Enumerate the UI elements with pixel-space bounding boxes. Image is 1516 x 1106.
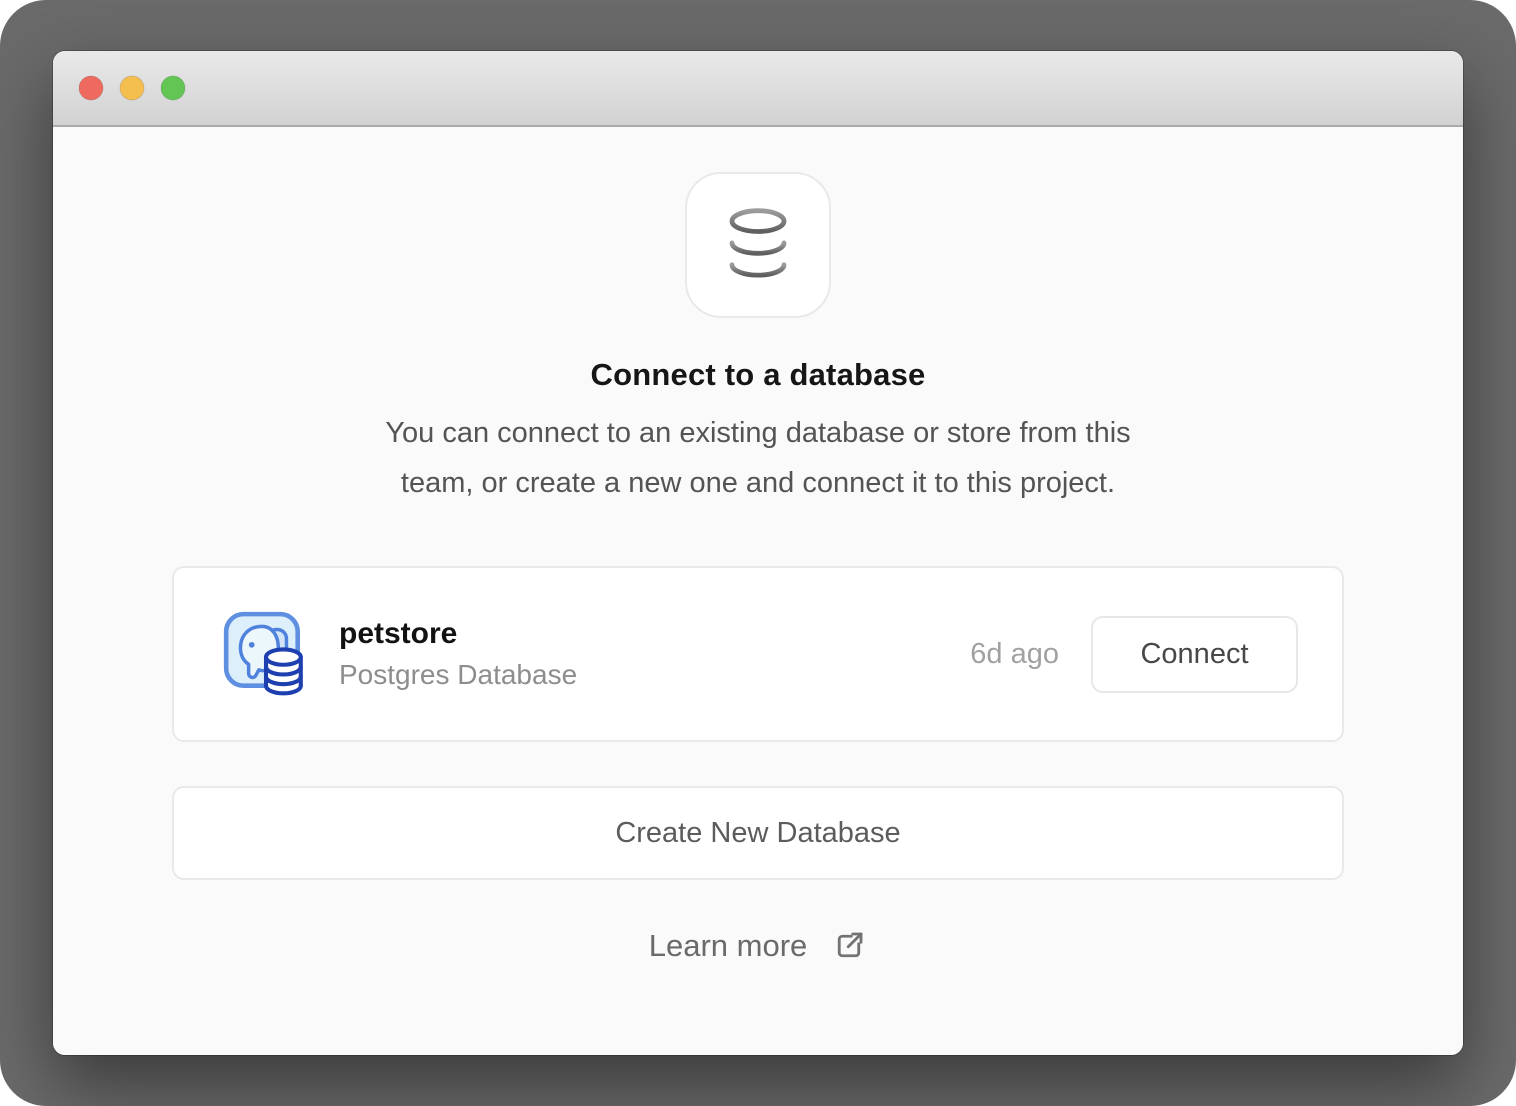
zoom-button[interactable] xyxy=(161,76,185,100)
database-info: petstore Postgres Database xyxy=(339,617,577,691)
database-last-used: 6d ago xyxy=(970,638,1059,671)
database-cylinder-icon xyxy=(706,193,810,297)
database-row-petstore[interactable]: petstore Postgres Database 6d ago Connec… xyxy=(172,566,1344,742)
dialog-description-line-1: You can connect to an existing database … xyxy=(385,408,1130,458)
minimize-button[interactable] xyxy=(120,76,144,100)
window-titlebar[interactable] xyxy=(53,51,1463,127)
connect-button[interactable]: Connect xyxy=(1091,616,1298,693)
close-button[interactable] xyxy=(79,76,103,100)
dialog-description-line-2: team, or create a new one and connect it… xyxy=(385,458,1130,508)
learn-more-link[interactable]: Learn more xyxy=(649,928,868,964)
dialog-description: You can connect to an existing database … xyxy=(385,408,1130,508)
database-type: Postgres Database xyxy=(339,659,577,691)
create-new-database-button[interactable]: Create New Database xyxy=(172,786,1344,880)
external-link-icon xyxy=(831,928,867,964)
window-controls xyxy=(78,75,208,101)
learn-more-label: Learn more xyxy=(649,928,808,964)
desktop-background: Connect to a database You can connect to… xyxy=(0,0,1516,1106)
postgres-elephant-icon xyxy=(220,608,310,700)
database-name: petstore xyxy=(339,617,577,651)
dialog-content: Connect to a database You can connect to… xyxy=(53,127,1463,1055)
database-icon xyxy=(685,172,831,318)
connect-database-dialog: Connect to a database You can connect to… xyxy=(53,51,1463,1055)
dialog-title: Connect to a database xyxy=(591,354,926,396)
